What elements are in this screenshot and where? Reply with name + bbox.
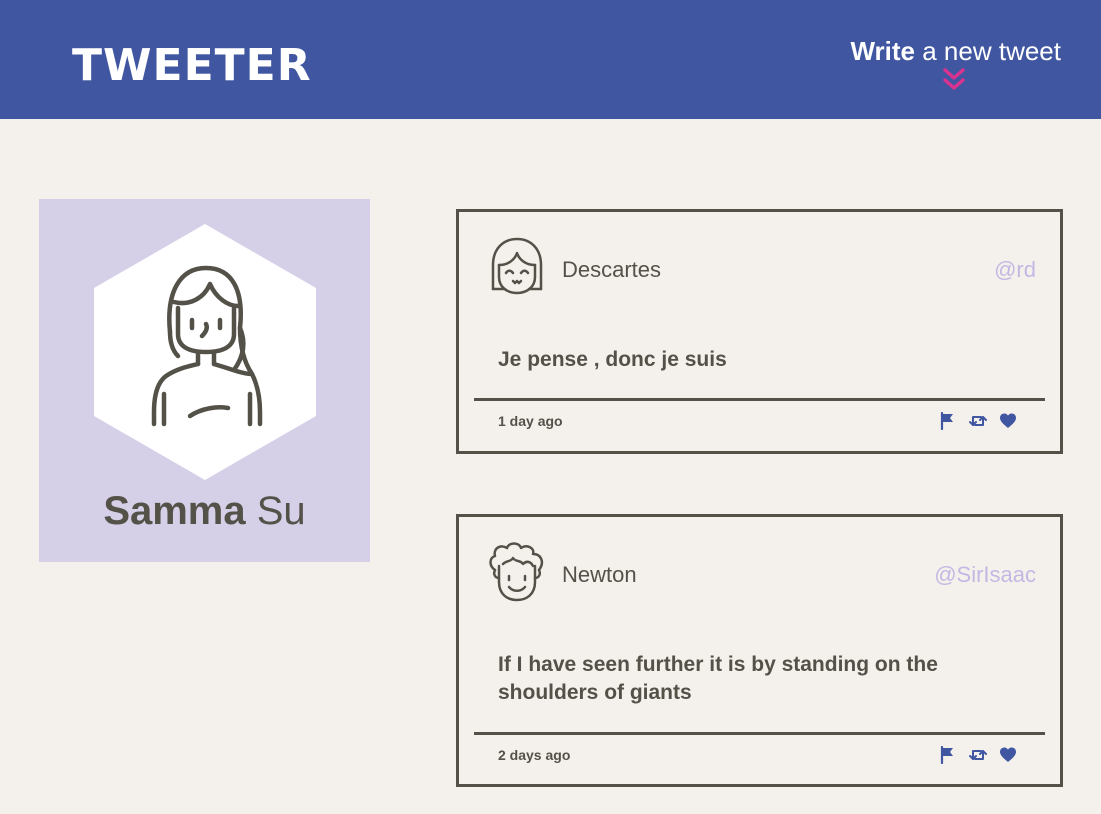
flag-icon[interactable] [939,746,957,764]
profile-avatar [94,224,316,480]
profile-first-name: Samma [103,489,246,533]
tweet-author-handle[interactable]: @rd [994,256,1036,284]
tweet-author-name[interactable]: Newton [562,561,637,589]
tweet-timestamp: 1 day ago [498,413,563,429]
double-chevron-down-icon[interactable] [943,68,966,92]
compose-label[interactable]: Write a new tweet [850,34,1061,68]
profile-last-name: Su [256,489,306,533]
compose-tweet-toggle[interactable]: Write a new tweet [850,34,1061,90]
girl-face-icon [491,237,543,295]
compose-label-rest: a new tweet [915,36,1061,66]
tweet-text: Je pense , donc je suis [498,348,727,371]
profile-name: Samma Su [39,488,370,534]
curly-hair-face-icon [489,542,544,602]
retweet-icon[interactable] [969,412,987,430]
tweet-actions [939,746,1017,764]
brand-logo[interactable]: TWEETER [72,40,312,92]
tweet-footer: 1 day ago [474,398,1045,451]
heart-icon[interactable] [999,746,1017,764]
tweet-footer: 2 days ago [474,732,1045,784]
navbar: TWEETER Write a new tweet [0,0,1101,119]
tweet-author-handle[interactable]: @SirIsaac [934,561,1036,589]
tweet-text: If I have seen further it is by standing… [498,653,938,704]
tweet-card: Descartes @rd Je pense , donc je suis 1 … [456,209,1063,454]
tweet-author-name[interactable]: Descartes [562,256,661,284]
flag-icon[interactable] [939,412,957,430]
retweet-icon[interactable] [969,746,987,764]
tweet-actions [939,412,1017,430]
heart-icon[interactable] [999,412,1017,430]
tweet-timestamp: 2 days ago [498,747,571,763]
profile-card: Samma Su [39,199,370,562]
compose-label-bold: Write [850,36,916,66]
tweet-card: Newton @SirIsaac If I have seen further … [456,514,1063,787]
